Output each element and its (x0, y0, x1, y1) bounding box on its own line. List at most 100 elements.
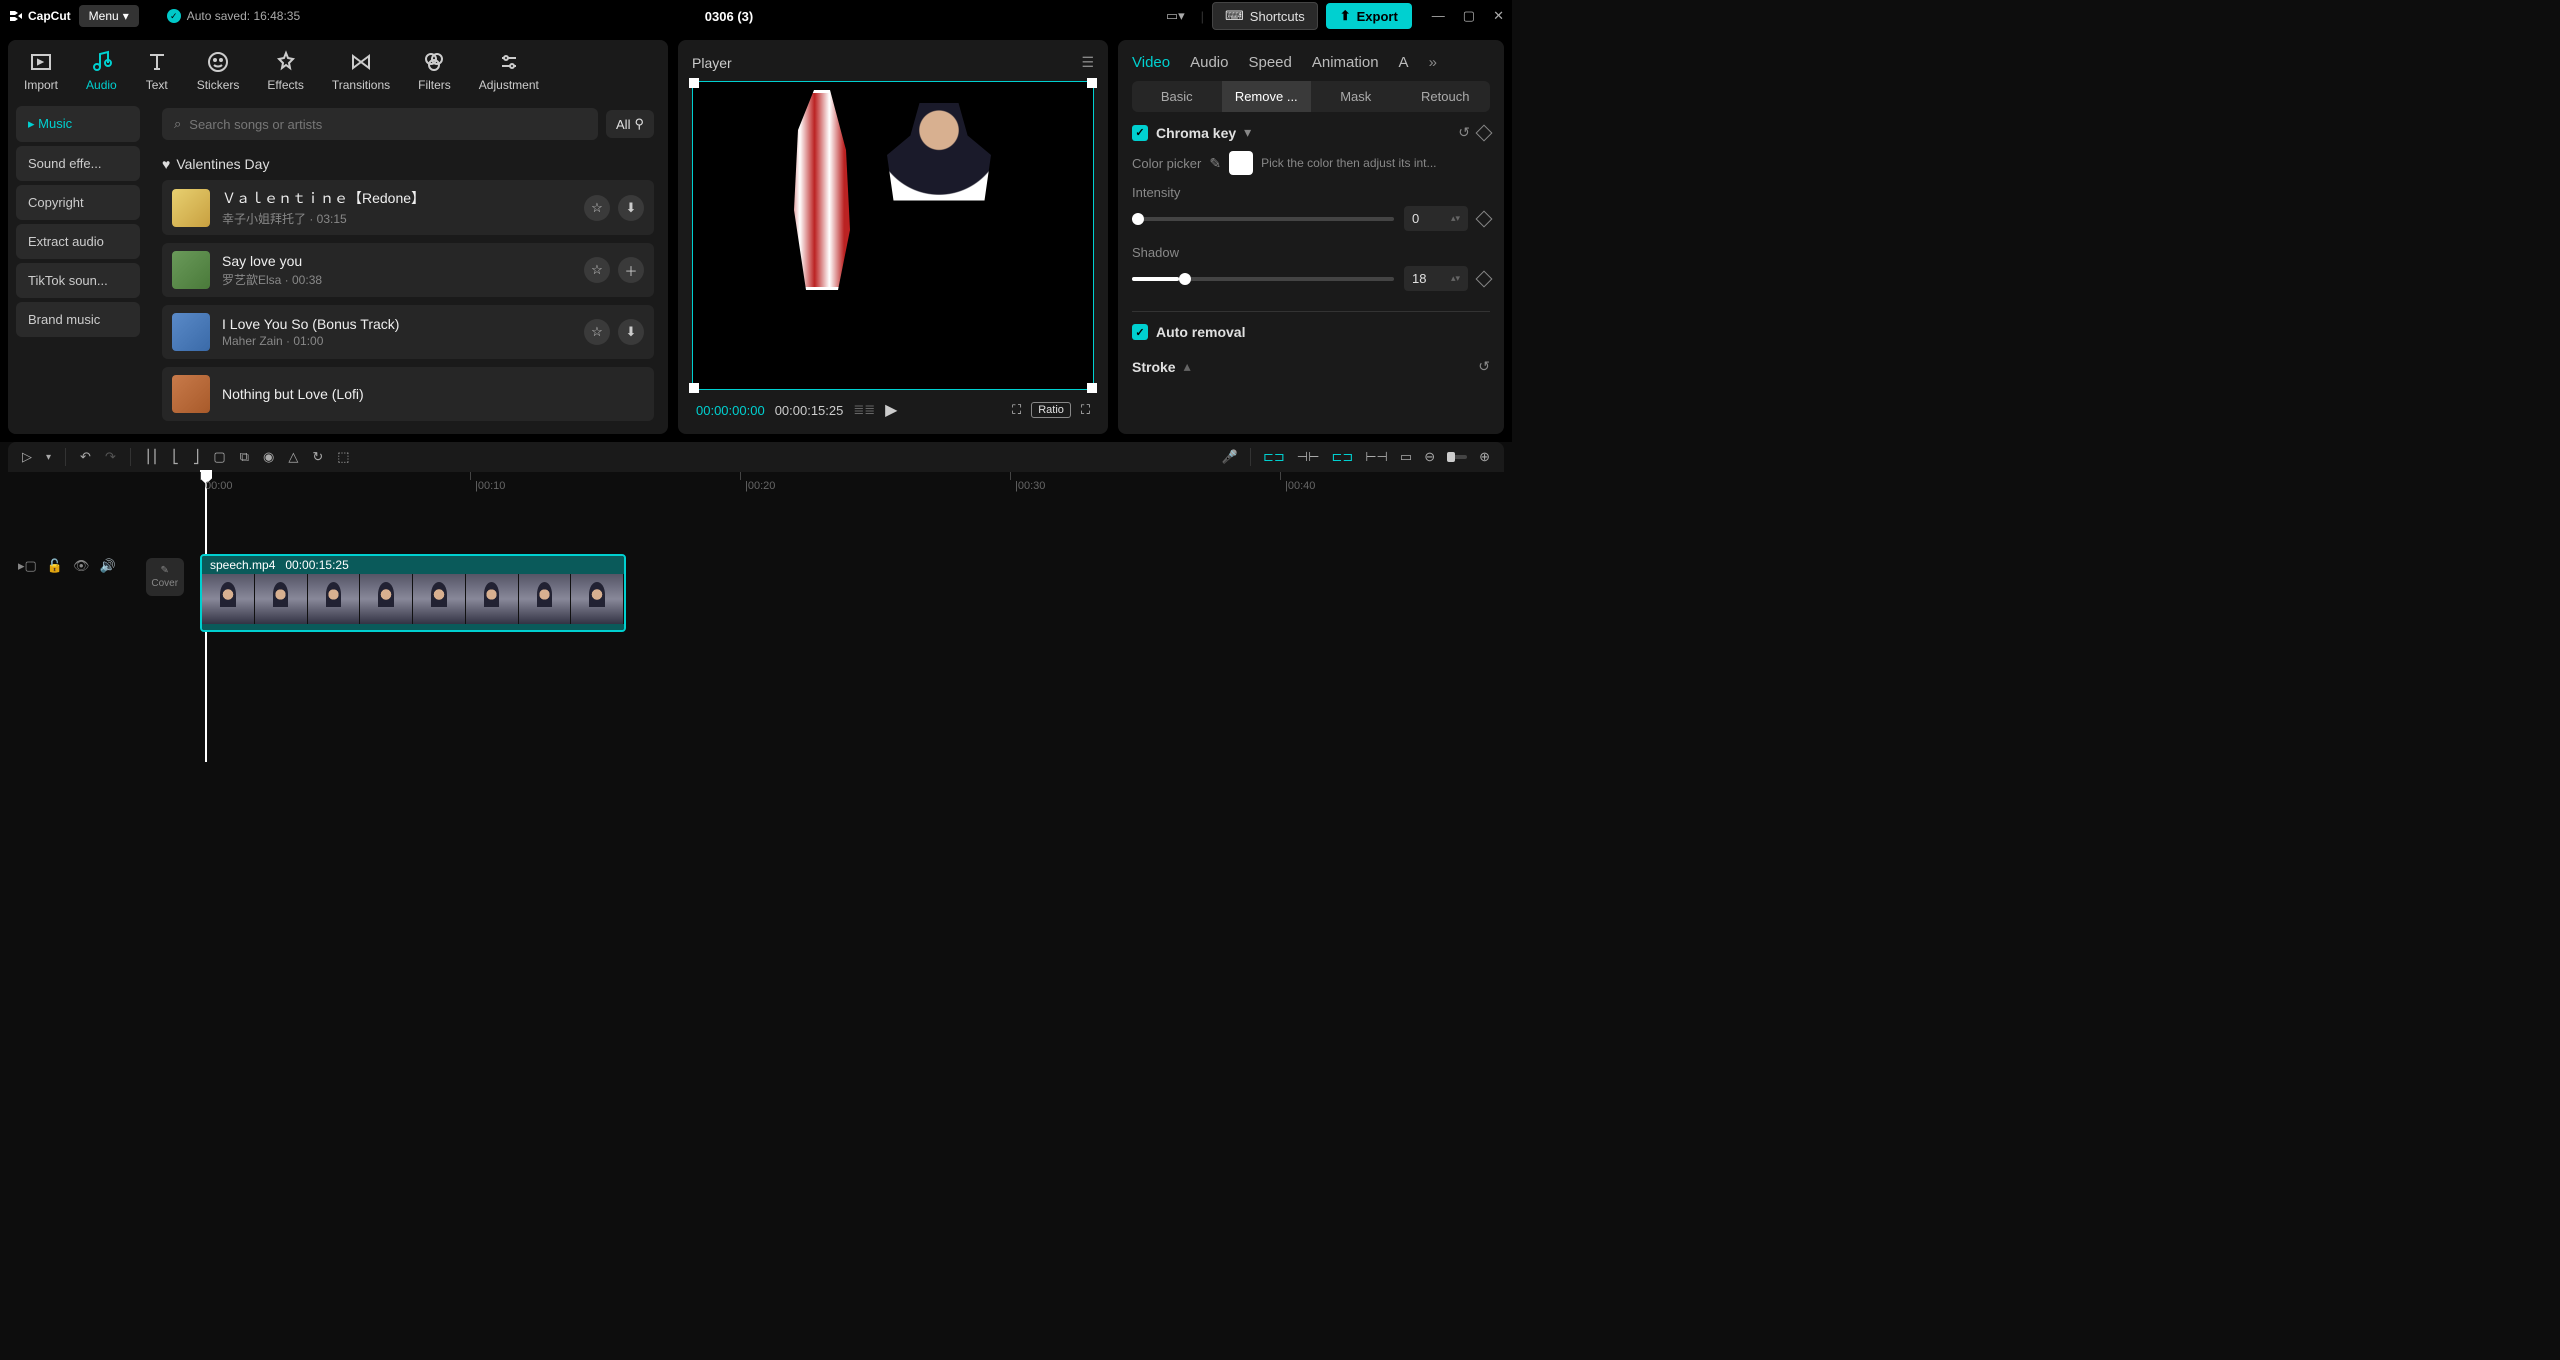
intensity-value[interactable]: 0▴▾ (1404, 206, 1468, 231)
sub-tab-retouch[interactable]: Retouch (1401, 81, 1491, 112)
align-icon[interactable]: ⊢⊣ (1365, 449, 1388, 465)
overflow-icon[interactable]: » (1429, 54, 1437, 71)
track-row[interactable]: Ｖａｌｅｎｔｉｎｅ【Redone】幸子小姐拜托了 · 03:15 ☆⬇ (162, 180, 654, 235)
sidebar-item-extract-audio[interactable]: Extract audio (16, 224, 140, 259)
frame-step-icon[interactable]: ≣≣ (853, 402, 875, 418)
favorite-button[interactable]: ☆ (584, 195, 610, 221)
chroma-checkbox[interactable]: ✓ (1132, 125, 1148, 141)
rotate-tool[interactable]: ↻ (312, 449, 323, 465)
ratio-button[interactable]: Ratio (1031, 402, 1071, 418)
tab-text[interactable]: Text (145, 50, 169, 92)
trim-right-tool[interactable]: ⎦ (193, 449, 200, 465)
copy-tool[interactable]: ⧉ (240, 449, 249, 465)
lock-icon[interactable]: 🔓 (47, 558, 63, 574)
tab-audio[interactable]: Audio (86, 50, 117, 92)
delete-tool[interactable]: ▢ (213, 449, 225, 465)
inspector-tab-video[interactable]: Video (1132, 54, 1170, 71)
menu-button[interactable]: Menu ▾ (79, 5, 139, 27)
favorite-button[interactable]: ☆ (584, 319, 610, 345)
keyframe-icon[interactable] (1476, 124, 1493, 141)
minimize-button[interactable]: — (1432, 8, 1445, 24)
tab-filters[interactable]: Filters (418, 50, 451, 92)
mic-icon[interactable]: 🎤 (1222, 449, 1238, 465)
magnet-main-icon[interactable]: ⊏⊐ (1263, 449, 1285, 465)
chevron-down-icon[interactable]: ▾ (1244, 124, 1251, 141)
undo-button[interactable]: ↶ (80, 449, 91, 465)
shadow-slider[interactable] (1132, 277, 1394, 281)
reset-icon[interactable]: ↺ (1478, 358, 1490, 375)
split-tool[interactable]: ⎮⎮ (145, 449, 159, 465)
player-label: Player (692, 55, 732, 71)
sidebar-item-brand-music[interactable]: Brand music (16, 302, 140, 337)
track-row[interactable]: I Love You So (Bonus Track)Maher Zain · … (162, 305, 654, 359)
preview-toggle-icon[interactable]: ▸▢ (18, 558, 37, 574)
fullscreen-button[interactable]: ⛶ (1081, 402, 1090, 418)
intensity-slider[interactable] (1132, 217, 1394, 221)
auto-removal-checkbox[interactable]: ✓ (1132, 324, 1148, 340)
person-cutout (874, 90, 1004, 220)
scale-icon[interactable]: ⛶ (1012, 402, 1021, 418)
ruler-tick: 00:00 (200, 472, 233, 480)
eyedropper-icon[interactable]: ✎ (1209, 155, 1221, 172)
inspector-tab-animation[interactable]: Animation (1312, 54, 1379, 71)
timeline-ruler[interactable]: 00:00 |00:10 |00:20 |00:30 |00:40 (200, 472, 1504, 500)
zoom-out-icon[interactable]: ⊖ (1424, 449, 1435, 465)
download-button[interactable]: ⬇ (618, 195, 644, 221)
reverse-tool[interactable]: ◉ (263, 449, 274, 465)
shadow-value[interactable]: 18▴▾ (1404, 266, 1468, 291)
cover-button[interactable]: ✎ Cover (146, 558, 184, 596)
tab-effects[interactable]: Effects (267, 50, 303, 92)
cursor-tool[interactable]: ▷ (22, 449, 32, 465)
tab-adjustment[interactable]: Adjustment (479, 50, 539, 92)
filter-all-button[interactable]: All ⚲ (606, 110, 654, 138)
chevron-down-icon[interactable]: ▾ (46, 452, 51, 463)
zoom-slider[interactable] (1447, 455, 1467, 459)
add-button[interactable]: ＋ (618, 257, 644, 283)
zoom-in-icon[interactable]: ⊕ (1479, 449, 1490, 465)
search-input[interactable]: ⌕ Search songs or artists (162, 108, 598, 140)
track-row[interactable]: Say love you罗艺歆Elsa · 00:38 ☆＋ (162, 243, 654, 297)
timeline-tracks[interactable]: speech.mp4 00:00:15:25 (200, 500, 1504, 788)
reset-icon[interactable]: ↺ (1458, 124, 1470, 141)
player-menu-icon[interactable]: ☰ (1081, 54, 1094, 71)
sub-tab-basic[interactable]: Basic (1132, 81, 1222, 112)
inspector-tab-audio[interactable]: Audio (1190, 54, 1228, 71)
text-icon (145, 50, 169, 74)
maximize-button[interactable]: ▢ (1463, 8, 1475, 24)
favorite-button[interactable]: ☆ (584, 257, 610, 283)
layout-icon[interactable]: ▭▾ (1158, 8, 1193, 24)
crop-tool[interactable]: ⬚ (337, 449, 349, 465)
tab-stickers[interactable]: Stickers (197, 50, 240, 92)
player-viewport[interactable] (692, 81, 1094, 390)
link-icon[interactable]: ⊏⊐ (1331, 449, 1353, 465)
download-button[interactable]: ⬇ (618, 319, 644, 345)
trim-left-tool[interactable]: ⎣ (172, 449, 179, 465)
keyframe-icon[interactable] (1476, 210, 1493, 227)
color-swatch[interactable] (1229, 151, 1253, 175)
sub-tab-mask[interactable]: Mask (1311, 81, 1401, 112)
track-row[interactable]: Nothing but Love (Lofi) (162, 367, 654, 421)
chevron-up-icon[interactable]: ▴ (1184, 358, 1191, 375)
tab-import[interactable]: Import (24, 50, 58, 92)
sidebar-item-sound-effects[interactable]: Sound effe... (16, 146, 140, 181)
inspector-tab-speed[interactable]: Speed (1248, 54, 1291, 71)
mirror-tool[interactable]: △ (288, 449, 298, 465)
play-button[interactable]: ▶ (885, 400, 897, 420)
shortcuts-button[interactable]: ⌨ Shortcuts (1212, 2, 1318, 30)
video-clip[interactable]: speech.mp4 00:00:15:25 (200, 554, 626, 632)
timeline-toolbar: ▷ ▾ ↶ ↷ ⎮⎮ ⎣ ⎦ ▢ ⧉ ◉ △ ↻ ⬚ 🎤 ⊏⊐ ⊣⊢ ⊏⊐ ⊢⊣… (8, 442, 1504, 472)
visibility-icon[interactable]: 👁 (73, 558, 90, 574)
tab-transitions[interactable]: Transitions (332, 50, 390, 92)
sidebar-item-tiktok-sounds[interactable]: TikTok soun... (16, 263, 140, 298)
mute-icon[interactable]: 🔊 (100, 558, 116, 574)
keyframe-icon[interactable] (1476, 270, 1493, 287)
redo-button[interactable]: ↷ (105, 449, 116, 465)
close-button[interactable]: ✕ (1493, 8, 1504, 24)
inspector-tab-more[interactable]: A (1399, 54, 1409, 71)
preview-icon[interactable]: ▭ (1400, 449, 1412, 465)
sidebar-item-copyright[interactable]: Copyright (16, 185, 140, 220)
magnet-icon[interactable]: ⊣⊢ (1297, 449, 1320, 465)
sub-tab-remove-bg[interactable]: Remove ... (1222, 81, 1312, 112)
export-button[interactable]: ⬆ Export (1326, 3, 1412, 29)
sidebar-item-music[interactable]: ▸ Music (16, 106, 140, 142)
